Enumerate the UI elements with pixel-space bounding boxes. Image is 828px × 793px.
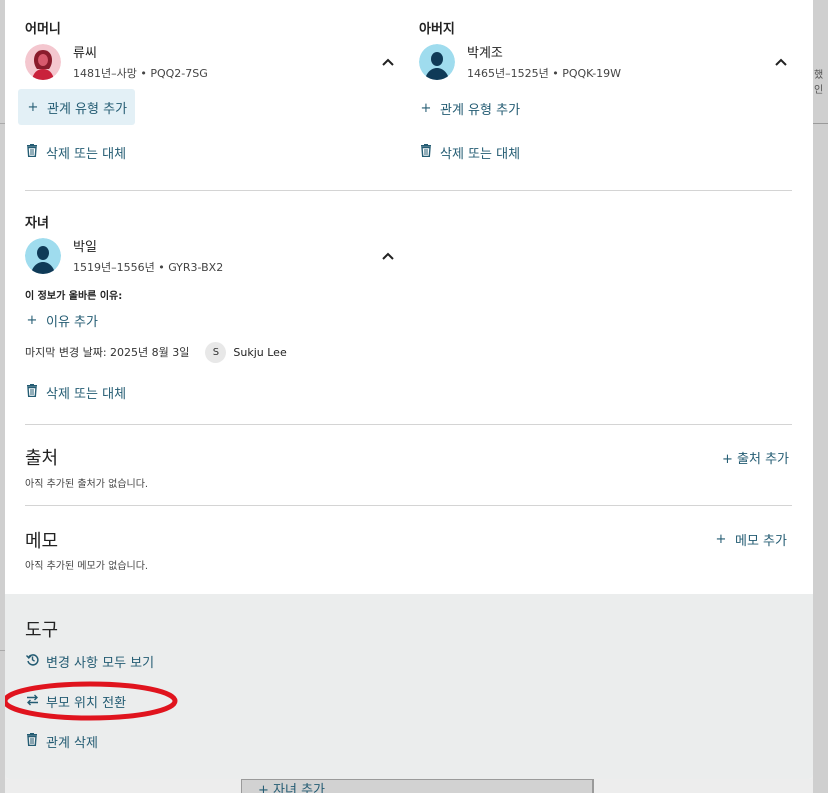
trash-icon <box>25 384 39 401</box>
tools-title: 도구 <box>25 620 59 641</box>
mother-name: 류씨 <box>73 46 97 61</box>
chevron-up-icon[interactable] <box>381 251 395 261</box>
chevron-up-icon[interactable] <box>774 57 788 67</box>
father-add-relationship-label: 관계 유형 추가 <box>440 103 521 118</box>
user-name[interactable]: Sukju Lee <box>233 346 286 359</box>
child-role-title: 자녀 <box>25 216 49 231</box>
section-divider <box>25 190 792 191</box>
trash-icon <box>25 733 39 750</box>
father-delete-replace-link[interactable]: 삭제 또는 대체 <box>419 143 520 162</box>
sources-empty-text: 아직 추가된 출처가 없습니다. <box>25 479 149 490</box>
section-divider <box>25 505 792 506</box>
mother-person[interactable]: 류씨 1481년–사망 • PQQ2-7SG <box>25 42 208 81</box>
child-meta: 1519년–1556년 • GYR3-BX2 <box>73 261 224 274</box>
background-add-child-link: + 자녀 추가 <box>258 783 325 793</box>
add-source-link[interactable]: + 출처 추가 <box>722 448 789 467</box>
father-meta: 1465년–1525년 • PQQK-19W <box>467 67 622 80</box>
trash-icon <box>419 144 433 161</box>
last-modified-row: 마지막 변경 날짜: 2025년 8월 3일 S Sukju Lee <box>25 340 287 364</box>
background-right-strip <box>813 0 828 793</box>
sources-title: 출처 <box>25 448 59 469</box>
chevron-up-icon[interactable] <box>381 57 395 67</box>
background-right-text: 했인 <box>814 70 824 96</box>
section-divider <box>25 424 792 425</box>
child-name: 박일 <box>73 240 97 255</box>
reason-label: 이 정보가 올바른 이유: <box>25 291 123 302</box>
father-name: 박계조 <box>467 46 503 61</box>
add-reason-label: 이유 추가 <box>46 315 98 330</box>
view-all-changes-link[interactable]: 변경 사항 모두 보기 <box>25 652 154 671</box>
father-person[interactable]: 박계조 1465년–1525년 • PQQK-19W <box>419 42 621 81</box>
plus-icon: + <box>715 532 727 547</box>
plus-icon: + <box>420 101 432 116</box>
child-delete-replace-link[interactable]: 삭제 또는 대체 <box>25 383 126 402</box>
background-vertical-line <box>593 779 594 793</box>
father-card: 아버지 박계조 1465년–1525년 • PQQK-19W <box>419 18 621 81</box>
last-modified-text: 마지막 변경 날짜: 2025년 8월 3일 <box>25 346 190 359</box>
delete-relationship-link[interactable]: 관계 삭제 <box>25 732 98 751</box>
father-add-relationship-button[interactable]: + 관계 유형 추가 <box>419 99 520 118</box>
father-role-title: 아버지 <box>419 22 455 37</box>
add-note-link[interactable]: + 메모 추가 <box>714 530 787 549</box>
delete-relationship-label: 관계 삭제 <box>46 736 98 751</box>
mother-delete-replace-label: 삭제 또는 대체 <box>46 147 127 162</box>
history-icon <box>25 653 39 670</box>
female-avatar-icon <box>25 43 61 80</box>
mother-card: 어머니 류씨 1481년–사망 • PQQ2-7SG <box>25 18 208 81</box>
mother-delete-replace-link[interactable]: 삭제 또는 대체 <box>25 143 126 162</box>
add-reason-link[interactable]: + 이유 추가 <box>25 311 98 330</box>
notes-empty-text: 아직 추가된 메모가 없습니다. <box>25 561 149 572</box>
male-avatar-icon <box>419 43 455 80</box>
view-all-changes-label: 변경 사항 모두 보기 <box>46 656 155 671</box>
plus-icon: + <box>26 313 38 328</box>
plus-icon: + <box>27 99 39 115</box>
child-card: 자녀 박일 1519년–1556년 • GYR3-BX2 <box>25 212 223 275</box>
male-avatar-icon <box>25 237 61 274</box>
user-avatar: S <box>205 341 227 363</box>
trash-icon <box>25 144 39 161</box>
background-right-divider <box>813 123 828 124</box>
mother-add-relationship-label: 관계 유형 추가 <box>47 101 128 117</box>
edit-relationship-dialog: 어머니 류씨 1481년–사망 • PQQ2-7SG + 관계 유형 추가 삭제… <box>5 0 813 779</box>
child-delete-replace-label: 삭제 또는 대체 <box>46 387 127 402</box>
notes-title: 메모 <box>25 531 59 552</box>
father-delete-replace-label: 삭제 또는 대체 <box>440 147 521 162</box>
mother-meta: 1481년–사망 • PQQ2-7SG <box>73 67 208 80</box>
add-note-label: 메모 추가 <box>735 534 787 549</box>
child-person[interactable]: 박일 1519년–1556년 • GYR3-BX2 <box>25 236 223 275</box>
mother-role-title: 어머니 <box>25 22 61 37</box>
annotation-circle <box>5 681 178 721</box>
mother-add-relationship-button[interactable]: + 관계 유형 추가 <box>18 89 136 125</box>
